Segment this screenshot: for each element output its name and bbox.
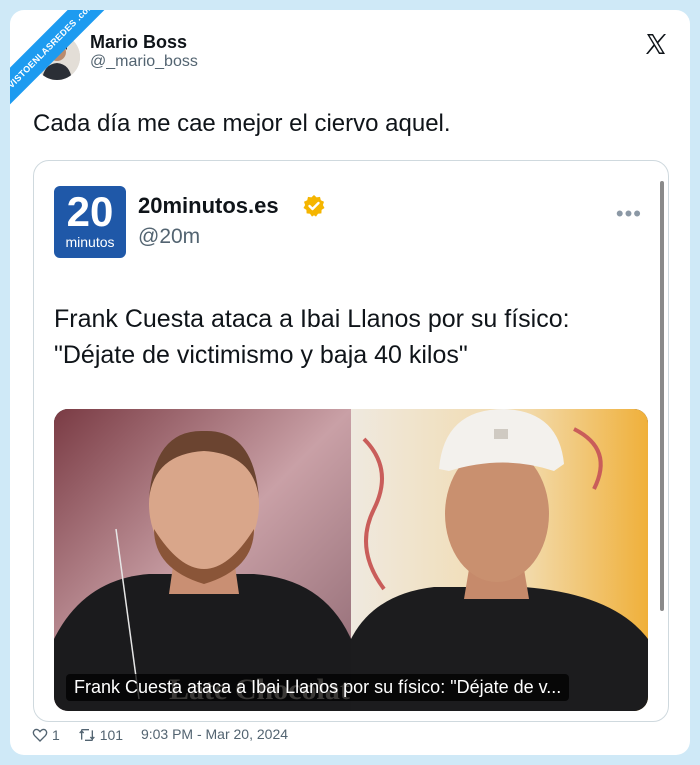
tweet-card: VISTOENLASREDES .com Mario Boss @_mario_…: [10, 10, 690, 755]
quoted-media-image[interactable]: Late Chocolate Frank Cuesta ataca a Ibai…: [54, 409, 648, 711]
retweet-button[interactable]: 101: [78, 726, 123, 743]
tweet-text: Cada día me cae mejor el ciervo aquel.: [33, 110, 451, 137]
quoted-author-handle[interactable]: @20m: [138, 225, 200, 249]
more-options-icon[interactable]: •••: [616, 201, 642, 227]
author-name[interactable]: Mario Boss: [90, 32, 187, 53]
logo-word: minutos: [65, 234, 115, 250]
author-handle[interactable]: @_mario_boss: [90, 53, 198, 71]
logo-number: 20: [66, 188, 114, 235]
retweet-count: 101: [99, 726, 124, 743]
like-count: 1: [52, 726, 60, 743]
quoted-author-name[interactable]: 20minutos.es: [138, 193, 279, 219]
heart-icon: [32, 728, 48, 742]
quoted-tweet-text: Frank Cuesta ataca a Ibai Llanos por su …: [54, 305, 570, 369]
20minutos-logo[interactable]: 20 minutos: [54, 186, 126, 258]
media-caption: Frank Cuesta ataca a Ibai Llanos por su …: [66, 674, 570, 701]
verified-badge-icon: [302, 194, 326, 218]
tweet-footer: 1 101 9:03 PM - Mar 20, 2024: [32, 725, 288, 745]
x-logo-icon[interactable]: [644, 32, 668, 56]
like-button[interactable]: 1: [32, 726, 60, 743]
quoted-tweet[interactable]: 20 minutos 20minutos.es @20m ••• Frank C…: [33, 160, 669, 722]
scrollbar[interactable]: [660, 181, 664, 611]
timestamp[interactable]: 9:03 PM - Mar 20, 2024: [141, 726, 288, 742]
retweet-icon: [78, 728, 95, 741]
